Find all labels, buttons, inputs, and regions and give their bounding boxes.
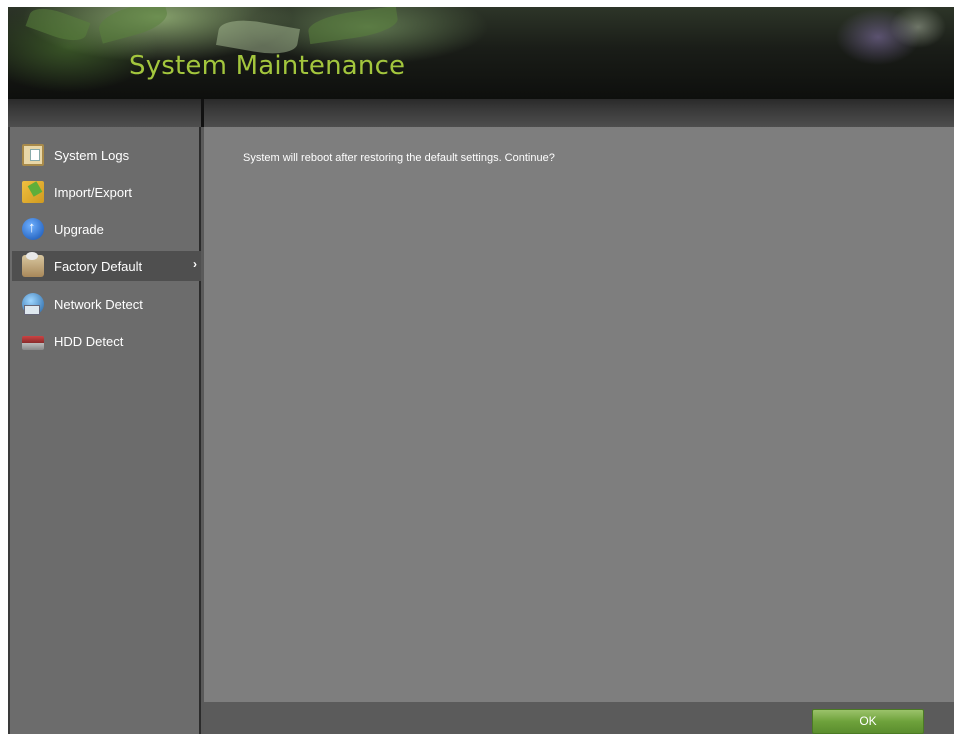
header-banner: System Maintenance [8,7,954,99]
banner-leaf-decoration [306,7,400,45]
page-title: System Maintenance [129,51,406,81]
network-detect-icon [22,293,44,315]
system-maintenance-window: System Maintenance System Logs Import/Ex… [8,7,954,734]
sidebar-item-label: HDD Detect [54,333,124,349]
upgrade-icon [22,218,44,240]
factory-default-icon [22,252,44,277]
sidebar-item-hdd-detect[interactable]: HDD Detect [12,326,201,356]
sidebar-item-system-logs[interactable]: System Logs [12,140,201,170]
sidebar-item-factory-default[interactable]: Factory Default › [12,251,201,281]
content-top-bar [204,99,954,127]
sidebar-item-import-export[interactable]: Import/Export [12,177,201,207]
banner-leaf-decoration [25,7,91,47]
sidebar-top-bar [8,99,201,127]
sidebar-item-network-detect[interactable]: Network Detect [12,289,201,319]
main-content: System will reboot after restoring the d… [204,127,954,702]
chevron-right-icon: › [193,257,197,271]
confirmation-message: System will reboot after restoring the d… [243,152,555,164]
import-export-icon [22,181,44,203]
sidebar-item-label: Factory Default [54,258,143,274]
sidebar: System Logs Import/Export Upgrade Factor… [8,127,201,734]
sidebar-item-label: System Logs [54,147,130,163]
sidebar-item-label: Network Detect [54,296,143,312]
sidebar-item-upgrade[interactable]: Upgrade [12,214,201,244]
footer-bar: OK [204,702,954,734]
sidebar-item-label: Upgrade [54,221,104,237]
sidebar-item-label: Import/Export [54,184,133,200]
ok-button[interactable]: OK [812,709,924,734]
banner-leaf-decoration [95,7,171,44]
system-logs-icon [22,144,44,166]
hdd-detect-icon [22,336,44,350]
